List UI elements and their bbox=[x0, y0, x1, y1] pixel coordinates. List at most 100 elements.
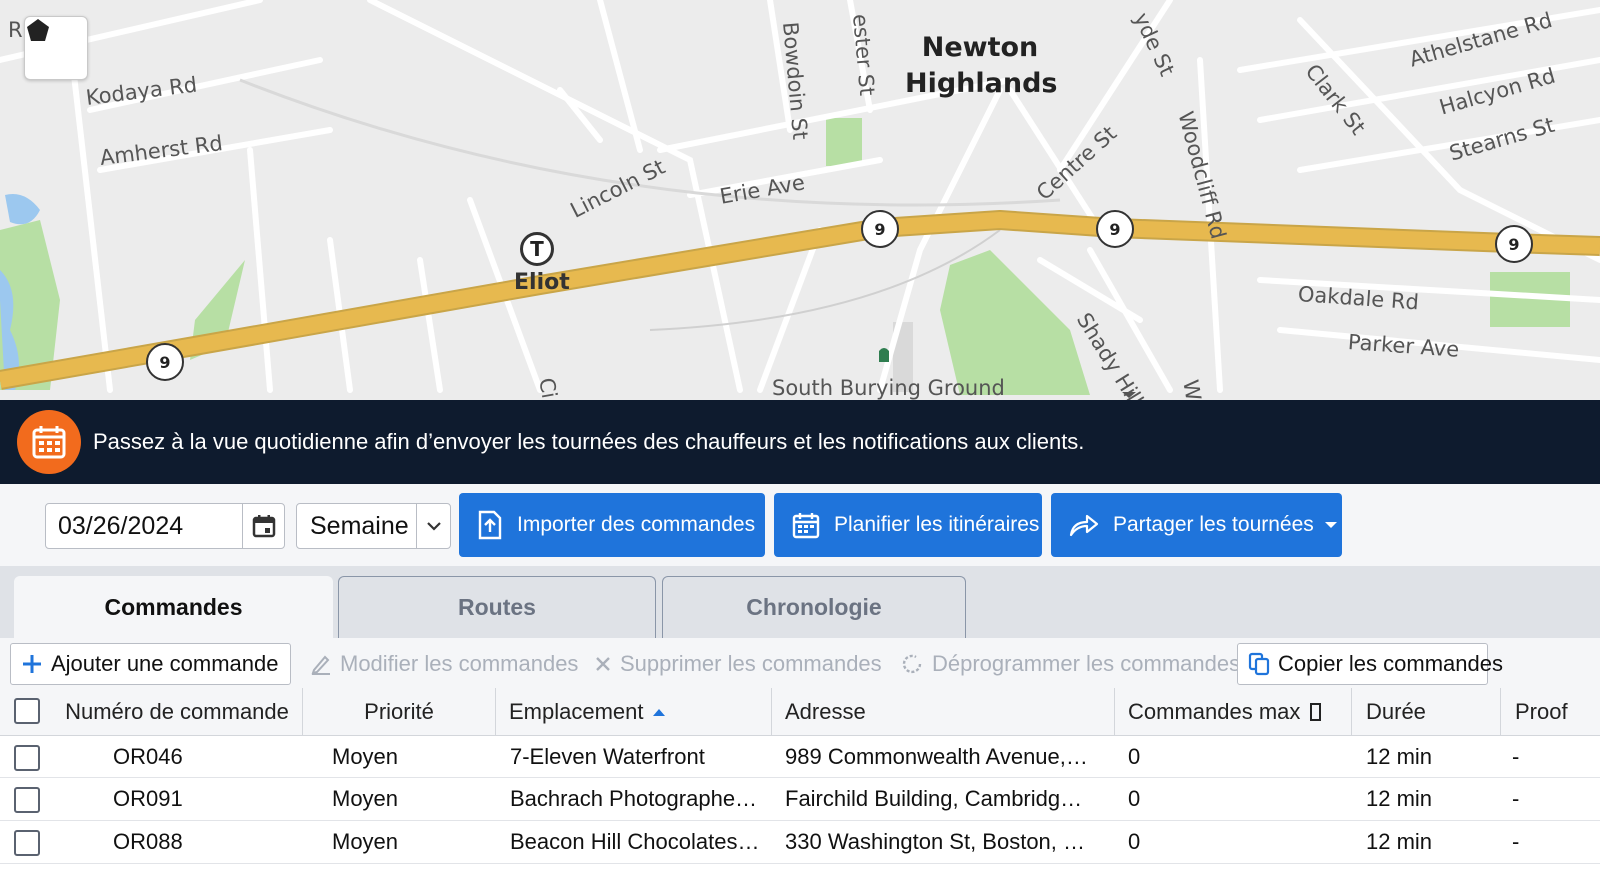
location: Bachrach Photographe… bbox=[510, 786, 758, 811]
duration: 12 min bbox=[1366, 743, 1433, 769]
plan-routes-button[interactable]: Planifier les itinéraires bbox=[774, 493, 1042, 557]
order-number: OR046 bbox=[113, 743, 183, 769]
copy-icon bbox=[1248, 652, 1270, 676]
period-select-value: Semaine bbox=[310, 511, 409, 540]
date-picker[interactable] bbox=[45, 503, 285, 549]
import-orders-button[interactable]: Importer des commandes bbox=[459, 493, 765, 557]
calendar-picker-icon[interactable] bbox=[242, 504, 284, 548]
import-orders-label: Importer des commandes bbox=[517, 513, 756, 536]
upload-file-icon bbox=[477, 510, 503, 540]
street-label: W bbox=[1178, 377, 1206, 400]
chevron-down-icon[interactable] bbox=[1120, 390, 1138, 400]
column-header-order-number[interactable]: Numéro de commande bbox=[52, 688, 303, 736]
max-orders: 0 bbox=[1128, 743, 1141, 769]
tab-chronologie[interactable]: Chronologie bbox=[662, 576, 966, 638]
sort-ascending-icon bbox=[652, 708, 665, 716]
refresh-icon bbox=[900, 652, 924, 676]
station-label: Eliot bbox=[514, 270, 570, 295]
calendar-icon bbox=[792, 511, 820, 539]
duration: 12 min bbox=[1366, 786, 1433, 811]
close-icon bbox=[594, 655, 612, 673]
park-area bbox=[940, 250, 1090, 395]
location: Beacon Hill Chocolates… bbox=[510, 829, 760, 854]
max-orders: 0 bbox=[1128, 829, 1141, 854]
subway-station-icon[interactable]: T bbox=[520, 232, 554, 266]
route-shield: 9 bbox=[1096, 210, 1134, 248]
pond bbox=[5, 194, 40, 225]
delete-orders-label: Supprimer les commandes bbox=[620, 651, 882, 676]
orders-table: Numéro de commande Priorité Emplacement … bbox=[0, 688, 1600, 877]
address: Fairchild Building, Cambridg… bbox=[785, 786, 1083, 811]
proof: - bbox=[1512, 786, 1520, 811]
table-row[interactable]: OR088 Moyen Beacon Hill Chocolates… 330 … bbox=[0, 821, 1600, 864]
column-header-proof[interactable]: Proof bbox=[1501, 688, 1600, 736]
share-routes-label: Partager les tournées bbox=[1113, 513, 1314, 536]
caret-down-icon bbox=[1324, 521, 1338, 529]
column-header-address[interactable]: Adresse bbox=[772, 688, 1115, 736]
route-shield: 9 bbox=[1495, 225, 1533, 263]
column-header-duration[interactable]: Durée bbox=[1352, 688, 1501, 736]
column-header-location-label: Emplacement bbox=[509, 699, 644, 724]
toolbar: Semaine Importer des commandes Planifier… bbox=[0, 484, 1600, 566]
add-order-button[interactable]: Ajouter une commande bbox=[10, 643, 291, 685]
edit-orders-button[interactable]: Modifier les commandes bbox=[310, 643, 578, 685]
order-number: OR088 bbox=[113, 829, 183, 854]
table-row[interactable]: OR091 Moyen Bachrach Photographe… Fairch… bbox=[0, 778, 1600, 821]
edit-orders-label: Modifier les commandes bbox=[340, 651, 579, 676]
table-header: Numéro de commande Priorité Emplacement … bbox=[0, 688, 1600, 736]
order-actions-bar: Ajouter une commande Modifier les comman… bbox=[0, 638, 1600, 688]
plus-icon bbox=[21, 653, 43, 675]
street-label: Ci bbox=[534, 375, 562, 400]
map-view[interactable]: Newton Highlands R Kodaya Rd Amherst Rd … bbox=[0, 0, 1600, 400]
column-header-location[interactable]: Emplacement bbox=[496, 688, 772, 736]
delete-orders-button[interactable]: Supprimer les commandes bbox=[594, 643, 882, 685]
share-arrow-icon bbox=[1069, 513, 1099, 537]
max-orders: 0 bbox=[1128, 786, 1141, 811]
pentagon-icon bbox=[27, 19, 49, 41]
daily-view-banner: Passez à la vue quotidienne afin d’envoy… bbox=[0, 400, 1600, 484]
tab-commandes[interactable]: Commandes bbox=[14, 576, 333, 638]
priority: Moyen bbox=[332, 743, 399, 769]
address: 330 Washington St, Boston, … bbox=[785, 829, 1086, 854]
route-shield: 9 bbox=[146, 343, 184, 381]
order-number: OR091 bbox=[113, 786, 183, 811]
row-checkbox[interactable] bbox=[14, 745, 40, 771]
street-label: South Burying Ground bbox=[772, 376, 1005, 400]
cemetery-icon bbox=[879, 348, 889, 362]
priority: Moyen bbox=[332, 829, 399, 854]
unschedule-orders-button[interactable]: Déprogrammer les commandes bbox=[900, 643, 1240, 685]
copy-orders-button[interactable]: Copier les commandes bbox=[1237, 643, 1503, 685]
tab-bar: Commandes Routes Chronologie bbox=[0, 566, 1600, 638]
route-shield: 9 bbox=[861, 210, 899, 248]
address: 989 Commonwealth Avenue,… bbox=[785, 743, 1088, 769]
proof: - bbox=[1512, 743, 1520, 769]
info-icon bbox=[1310, 703, 1322, 721]
pencil-icon bbox=[310, 653, 332, 675]
unschedule-orders-label: Déprogrammer les commandes bbox=[932, 651, 1241, 676]
table-row[interactable]: OR046 Moyen 7-Eleven Waterfront 989 Comm… bbox=[0, 736, 1600, 778]
date-input[interactable] bbox=[46, 511, 242, 541]
row-checkbox[interactable] bbox=[14, 787, 40, 813]
column-header-max-orders-label: Commandes max bbox=[1128, 699, 1301, 724]
area-title: Newton Highlands bbox=[905, 32, 1058, 99]
share-routes-button[interactable]: Partager les tournées bbox=[1051, 493, 1342, 557]
banner-message: Passez à la vue quotidienne afin d’envoy… bbox=[93, 429, 1085, 454]
column-header-max-orders[interactable]: Commandes max bbox=[1115, 688, 1352, 736]
draw-shape-button[interactable] bbox=[24, 16, 88, 80]
park-area bbox=[826, 118, 862, 166]
calendar-icon bbox=[17, 410, 81, 474]
duration: 12 min bbox=[1366, 829, 1433, 854]
location: 7-Eleven Waterfront bbox=[510, 743, 705, 769]
tab-routes[interactable]: Routes bbox=[338, 576, 656, 638]
add-order-label: Ajouter une commande bbox=[51, 651, 279, 676]
chevron-down-icon[interactable] bbox=[416, 504, 450, 548]
select-all-checkbox[interactable] bbox=[14, 698, 40, 724]
copy-orders-label: Copier les commandes bbox=[1278, 651, 1503, 676]
row-checkbox[interactable] bbox=[14, 830, 40, 856]
proof: - bbox=[1512, 829, 1520, 854]
street-label: R bbox=[8, 18, 23, 42]
column-header-priority[interactable]: Priorité bbox=[303, 688, 496, 736]
priority: Moyen bbox=[332, 786, 399, 811]
plan-routes-label: Planifier les itinéraires bbox=[834, 513, 1040, 536]
period-select[interactable]: Semaine bbox=[296, 503, 451, 549]
